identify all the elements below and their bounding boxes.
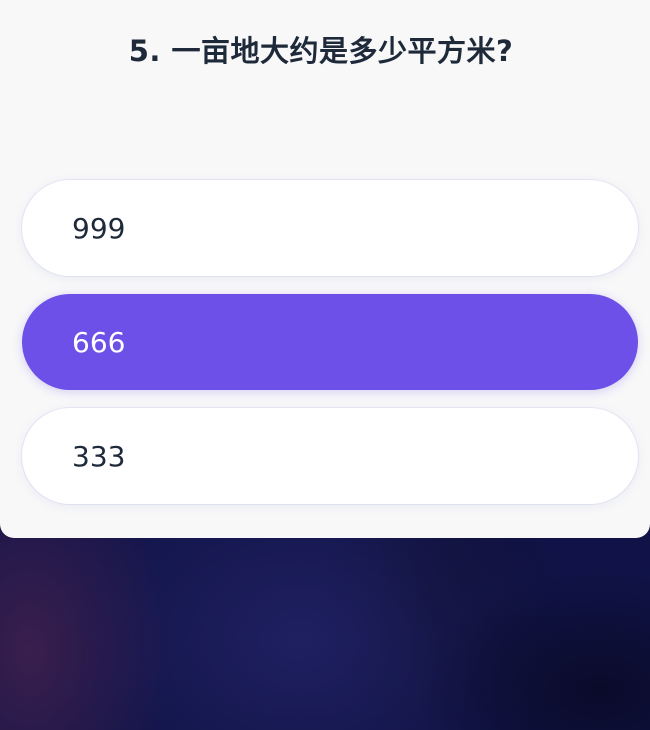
answer-option-label: 999: [72, 211, 126, 245]
quiz-card: 5. 一亩地大约是多少平方米? 999 666 333: [0, 0, 650, 538]
answer-option-1[interactable]: 999: [22, 180, 638, 276]
answer-option-label: 333: [72, 439, 126, 473]
answer-option-3[interactable]: 333: [22, 408, 638, 504]
answer-option-2-selected[interactable]: 666: [22, 294, 638, 390]
question-text: 5. 一亩地大约是多少平方米?: [128, 34, 514, 68]
answer-option-label: 666: [72, 325, 126, 359]
answer-options: 999 666 333: [22, 180, 638, 522]
